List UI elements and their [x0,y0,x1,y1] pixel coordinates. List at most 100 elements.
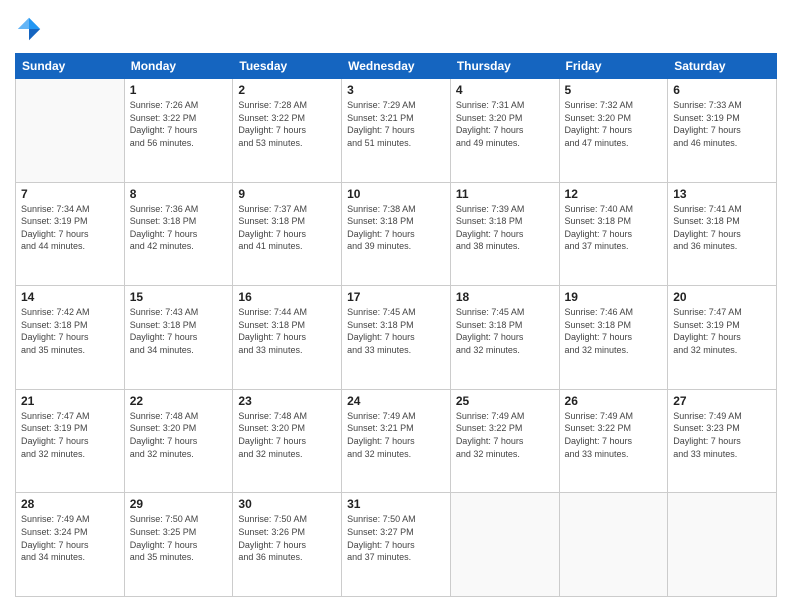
calendar-cell: 17Sunrise: 7:45 AM Sunset: 3:18 PM Dayli… [342,286,451,390]
logo-icon [15,15,43,43]
day-info: Sunrise: 7:49 AM Sunset: 3:21 PM Dayligh… [347,410,445,460]
day-number: 19 [565,290,663,304]
day-info: Sunrise: 7:31 AM Sunset: 3:20 PM Dayligh… [456,99,554,149]
day-info: Sunrise: 7:47 AM Sunset: 3:19 PM Dayligh… [673,306,771,356]
calendar-cell: 22 Sunrise: 7:48 AM Sunset: 3:20 PM Dayli… [124,389,233,493]
calendar-cell: 16 Sunrise: 7:44 AM Sunset: 3:18 PM Dayli… [233,286,342,390]
calendar-cell: 20 Sunrise: 7:47 AM Sunset: 3:19 PM Dayli… [668,286,777,390]
day-number: 29 [130,497,228,511]
header [15,15,777,43]
day-info: Sunrise: 7:42 AM Sunset: 3:18 PM Dayligh… [21,306,119,356]
day-number: 23 [238,394,336,408]
day-number: 26 [565,394,663,408]
day-number: 27 [673,394,771,408]
calendar: SundayMondayTuesdayWednesdayThursdayFrid… [15,53,777,597]
day-number: 30 [238,497,336,511]
calendar-cell: 1Sunrise: 7:26 AM Sunset: 3:22 PM Daylig… [124,79,233,183]
calendar-cell: 18 Sunrise: 7:45 AM Sunset: 3:18 PM Dayli… [450,286,559,390]
calendar-cell: 14Sunrise: 7:42 AM Sunset: 3:18 PM Dayli… [16,286,125,390]
day-number: 18 [456,290,554,304]
calendar-cell: 5 Sunrise: 7:32 AM Sunset: 3:20 PM Daylig… [559,79,668,183]
calendar-cell: 26 Sunrise: 7:49 AM Sunset: 3:22 PM Dayli… [559,389,668,493]
day-number: 2 [238,83,336,97]
day-number: 22 [130,394,228,408]
calendar-header-row: SundayMondayTuesdayWednesdayThursdayFrid… [16,54,777,79]
day-info: Sunrise: 7:48 AM Sunset: 3:20 PM Dayligh… [130,410,228,460]
calendar-cell: 15 Sunrise: 7:43 AM Sunset: 3:18 PM Dayli… [124,286,233,390]
calendar-header-friday: Friday [559,54,668,79]
calendar-cell [559,493,668,597]
calendar-cell: 30 Sunrise: 7:50 AM Sunset: 3:26 PM Dayli… [233,493,342,597]
calendar-cell: 8 Sunrise: 7:36 AM Sunset: 3:18 PM Daylig… [124,182,233,286]
day-info: Sunrise: 7:43 AM Sunset: 3:18 PM Dayligh… [130,306,228,356]
calendar-cell: 28 Sunrise: 7:49 AM Sunset: 3:24 PM Dayli… [16,493,125,597]
day-info: Sunrise: 7:46 AM Sunset: 3:18 PM Dayligh… [565,306,663,356]
calendar-cell: 31Sunrise: 7:50 AM Sunset: 3:27 PM Dayli… [342,493,451,597]
day-info: Sunrise: 7:26 AM Sunset: 3:22 PM Dayligh… [130,99,228,149]
calendar-cell: 10 Sunrise: 7:38 AM Sunset: 3:18 PM Dayli… [342,182,451,286]
day-info: Sunrise: 7:49 AM Sunset: 3:23 PM Dayligh… [673,410,771,460]
day-info: Sunrise: 7:29 AM Sunset: 3:21 PM Dayligh… [347,99,445,149]
day-info: Sunrise: 7:47 AM Sunset: 3:19 PM Dayligh… [21,410,119,460]
day-number: 5 [565,83,663,97]
day-info: Sunrise: 7:34 AM Sunset: 3:19 PM Dayligh… [21,203,119,253]
day-number: 11 [456,187,554,201]
day-number: 20 [673,290,771,304]
day-number: 3 [347,83,445,97]
day-info: Sunrise: 7:44 AM Sunset: 3:18 PM Dayligh… [238,306,336,356]
calendar-week-2: 14Sunrise: 7:42 AM Sunset: 3:18 PM Dayli… [16,286,777,390]
calendar-header-thursday: Thursday [450,54,559,79]
day-info: Sunrise: 7:40 AM Sunset: 3:18 PM Dayligh… [565,203,663,253]
day-info: Sunrise: 7:36 AM Sunset: 3:18 PM Dayligh… [130,203,228,253]
day-info: Sunrise: 7:48 AM Sunset: 3:20 PM Dayligh… [238,410,336,460]
day-number: 6 [673,83,771,97]
calendar-week-4: 28 Sunrise: 7:49 AM Sunset: 3:24 PM Dayli… [16,493,777,597]
calendar-cell: 7 Sunrise: 7:34 AM Sunset: 3:19 PM Daylig… [16,182,125,286]
calendar-cell: 23 Sunrise: 7:48 AM Sunset: 3:20 PM Dayli… [233,389,342,493]
calendar-cell: 6Sunrise: 7:33 AM Sunset: 3:19 PM Daylig… [668,79,777,183]
calendar-cell [16,79,125,183]
day-number: 17 [347,290,445,304]
day-number: 8 [130,187,228,201]
day-number: 12 [565,187,663,201]
day-info: Sunrise: 7:41 AM Sunset: 3:18 PM Dayligh… [673,203,771,253]
calendar-header-wednesday: Wednesday [342,54,451,79]
day-info: Sunrise: 7:49 AM Sunset: 3:24 PM Dayligh… [21,513,119,563]
calendar-cell: 19 Sunrise: 7:46 AM Sunset: 3:18 PM Dayli… [559,286,668,390]
calendar-header-monday: Monday [124,54,233,79]
calendar-cell: 21 Sunrise: 7:47 AM Sunset: 3:19 PM Dayli… [16,389,125,493]
calendar-cell: 9Sunrise: 7:37 AM Sunset: 3:18 PM Daylig… [233,182,342,286]
calendar-header-sunday: Sunday [16,54,125,79]
day-info: Sunrise: 7:50 AM Sunset: 3:27 PM Dayligh… [347,513,445,563]
calendar-cell: 24 Sunrise: 7:49 AM Sunset: 3:21 PM Dayli… [342,389,451,493]
day-number: 15 [130,290,228,304]
calendar-cell [450,493,559,597]
day-number: 7 [21,187,119,201]
calendar-cell [668,493,777,597]
day-number: 28 [21,497,119,511]
day-info: Sunrise: 7:32 AM Sunset: 3:20 PM Dayligh… [565,99,663,149]
calendar-cell: 2Sunrise: 7:28 AM Sunset: 3:22 PM Daylig… [233,79,342,183]
day-info: Sunrise: 7:45 AM Sunset: 3:18 PM Dayligh… [456,306,554,356]
calendar-week-1: 7 Sunrise: 7:34 AM Sunset: 3:19 PM Daylig… [16,182,777,286]
calendar-header-saturday: Saturday [668,54,777,79]
calendar-week-3: 21 Sunrise: 7:47 AM Sunset: 3:19 PM Dayli… [16,389,777,493]
day-info: Sunrise: 7:39 AM Sunset: 3:18 PM Dayligh… [456,203,554,253]
day-number: 25 [456,394,554,408]
calendar-cell: 11 Sunrise: 7:39 AM Sunset: 3:18 PM Dayli… [450,182,559,286]
day-number: 4 [456,83,554,97]
day-number: 10 [347,187,445,201]
day-number: 16 [238,290,336,304]
calendar-header-tuesday: Tuesday [233,54,342,79]
calendar-cell: 27 Sunrise: 7:49 AM Sunset: 3:23 PM Dayli… [668,389,777,493]
page: SundayMondayTuesdayWednesdayThursdayFrid… [0,0,792,612]
day-info: Sunrise: 7:49 AM Sunset: 3:22 PM Dayligh… [456,410,554,460]
day-number: 21 [21,394,119,408]
day-number: 24 [347,394,445,408]
day-info: Sunrise: 7:49 AM Sunset: 3:22 PM Dayligh… [565,410,663,460]
calendar-cell: 25 Sunrise: 7:49 AM Sunset: 3:22 PM Dayli… [450,389,559,493]
day-info: Sunrise: 7:50 AM Sunset: 3:26 PM Dayligh… [238,513,336,563]
day-info: Sunrise: 7:38 AM Sunset: 3:18 PM Dayligh… [347,203,445,253]
calendar-cell: 12 Sunrise: 7:40 AM Sunset: 3:18 PM Dayli… [559,182,668,286]
calendar-cell: 3 Sunrise: 7:29 AM Sunset: 3:21 PM Daylig… [342,79,451,183]
